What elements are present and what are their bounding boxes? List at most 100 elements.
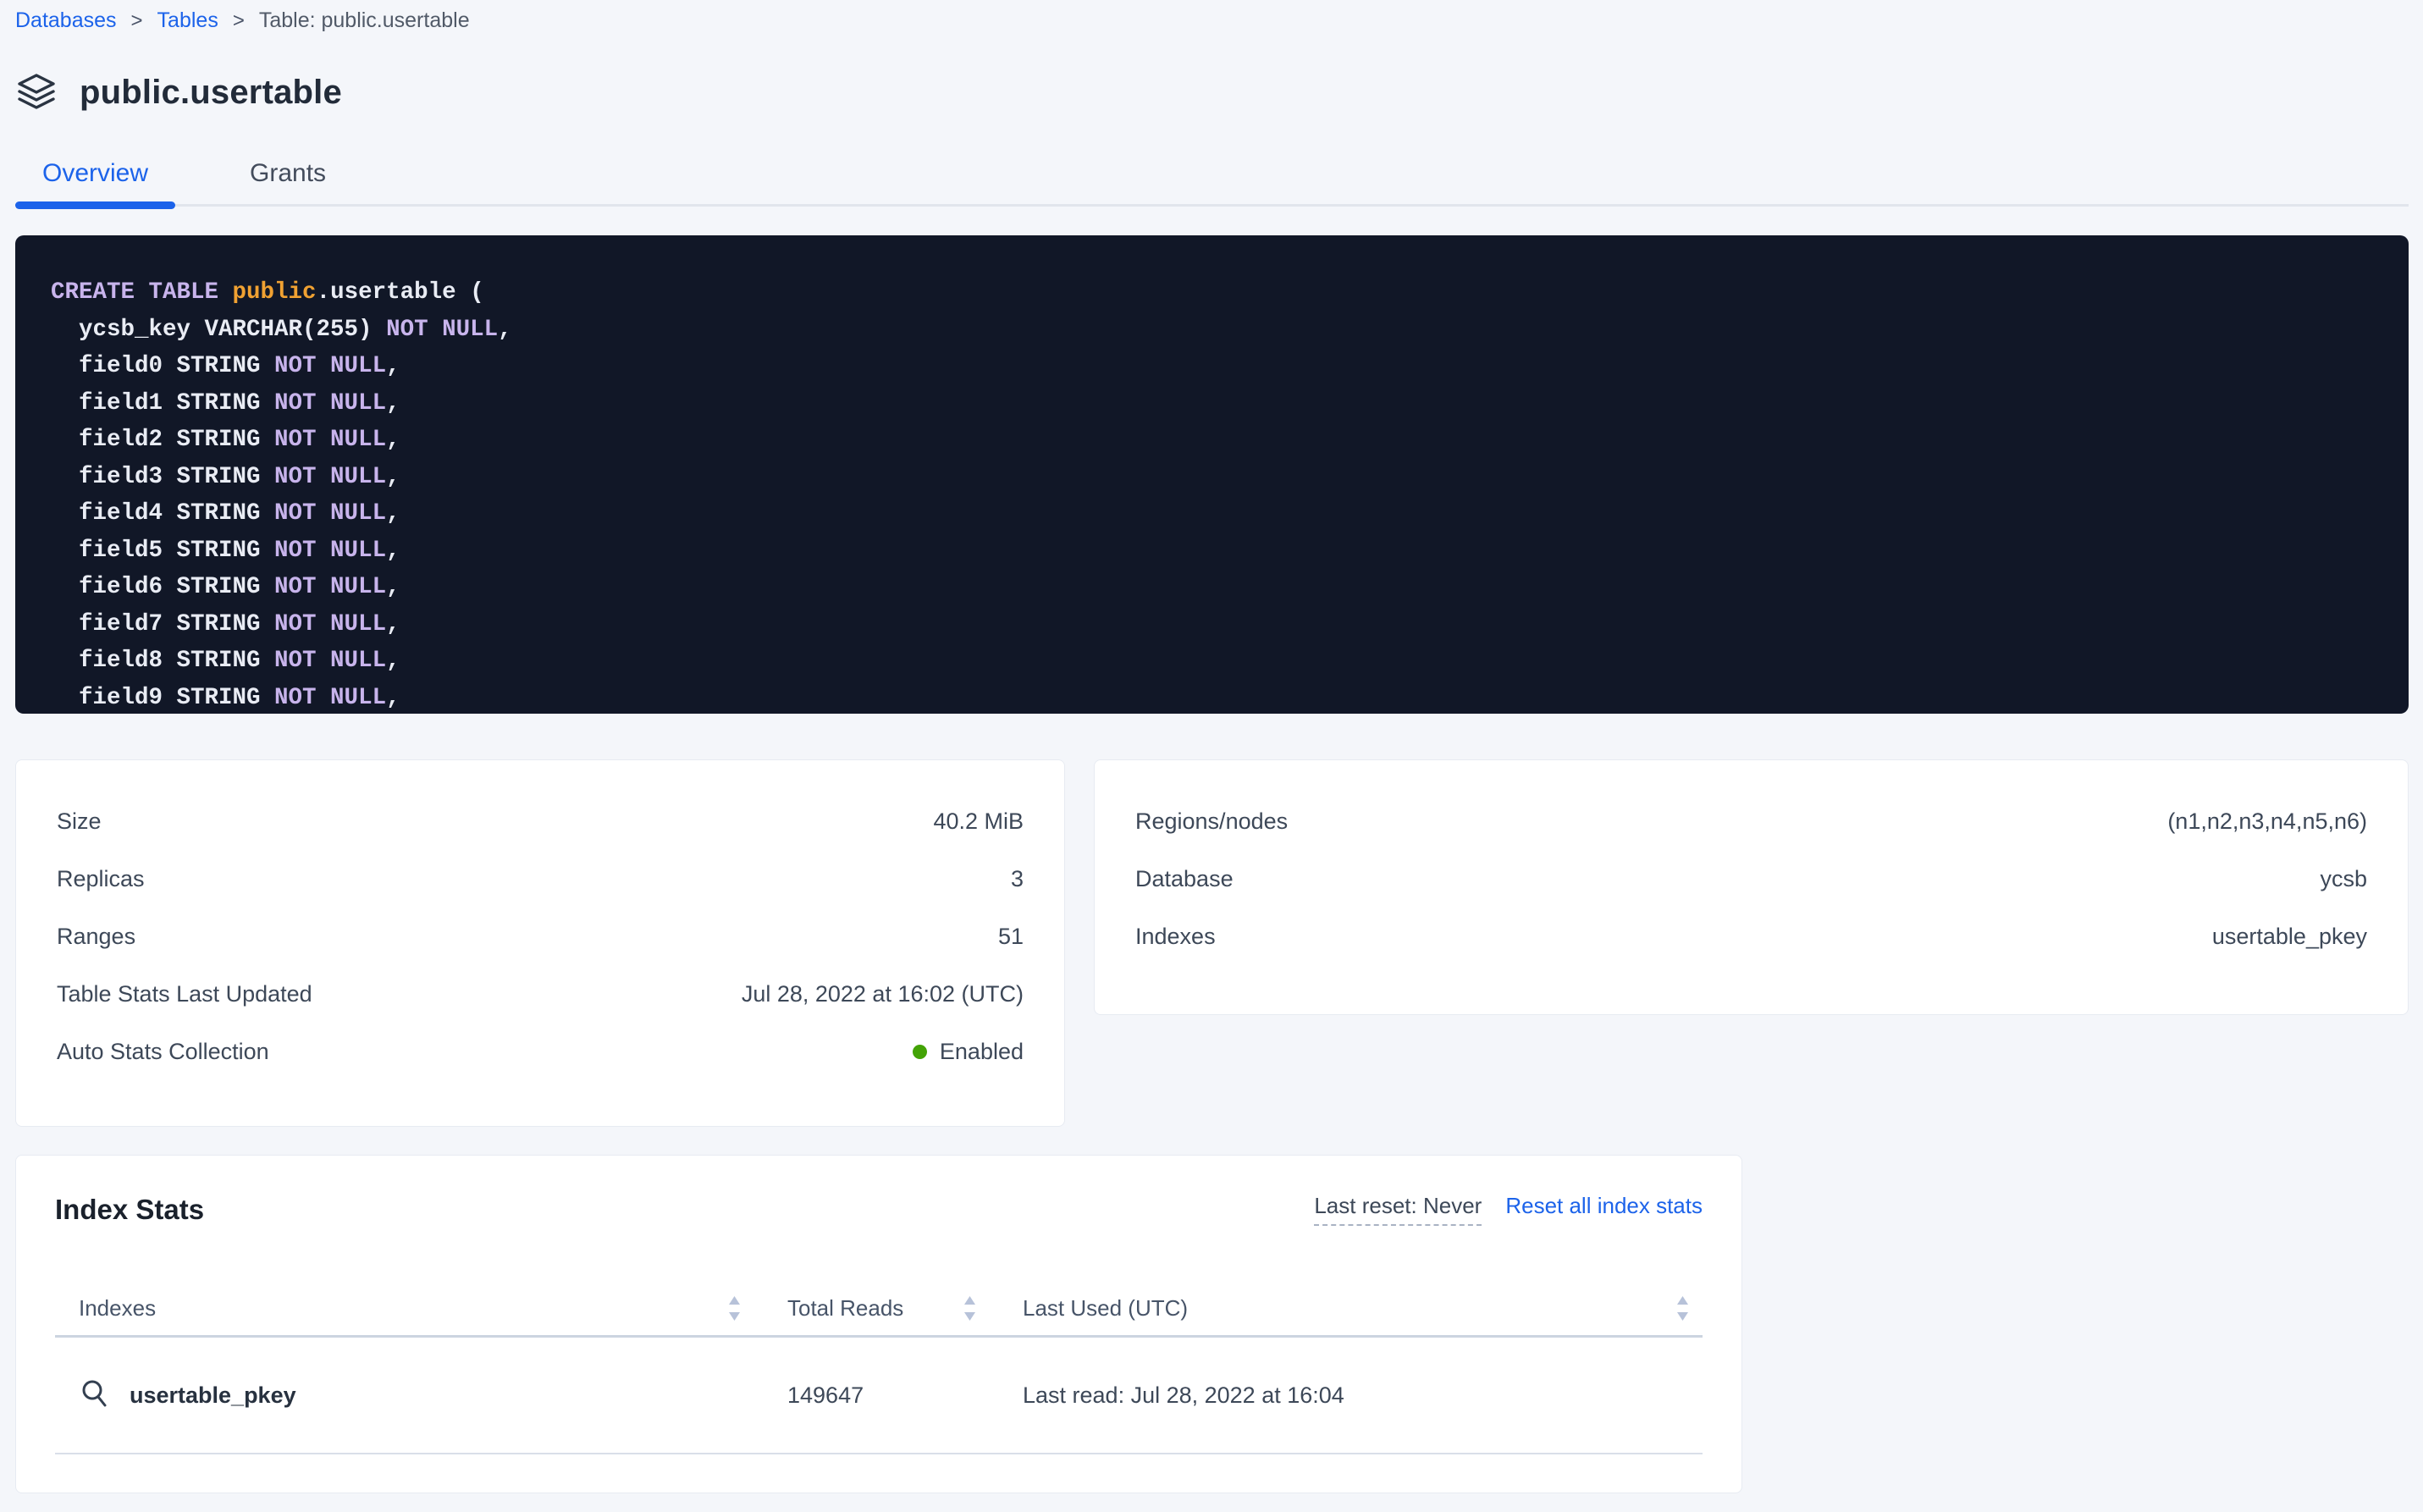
reset-index-stats-link[interactable]: Reset all index stats (1505, 1193, 1703, 1219)
sql-keyword: NOT NULL (274, 685, 386, 711)
sort-icon[interactable] (1675, 1295, 1691, 1322)
sql-text: , (386, 427, 400, 453)
stat-label: Size (57, 808, 102, 835)
sql-text: field6 STRING (51, 574, 274, 600)
column-label: Indexes (79, 1295, 156, 1322)
total-reads-cell: 149647 (766, 1382, 1000, 1409)
stat-row-replicas: Replicas 3 (57, 850, 1024, 908)
sql-text: field4 STRING (51, 500, 274, 527)
sql-text: field9 STRING (51, 685, 274, 711)
sql-identifier: public (233, 279, 317, 306)
sql-keyword: NOT NULL (274, 427, 386, 453)
column-label: Last Used (UTC) (1023, 1295, 1188, 1322)
sql-line: ycsb_key VARCHAR(255) NOT NULL, (51, 312, 2392, 349)
sql-text: .usertable ( (317, 279, 484, 306)
table-details-page: Databases > Tables > Table: public.usert… (0, 0, 2423, 1512)
index-stats-title: Index Stats (55, 1194, 204, 1226)
stat-row-database: Database ycsb (1135, 850, 2367, 908)
breadcrumb-link-tables[interactable]: Tables (157, 8, 218, 33)
last-reset-label: Last reset: Never (1314, 1193, 1482, 1226)
stat-row-auto-stats: Auto Stats Collection Enabled (57, 1023, 1024, 1080)
index-stats-table: Indexes Total Reads (55, 1282, 1703, 1454)
stat-label: Ranges (57, 924, 135, 950)
stat-row-regions-nodes: Regions/nodes (n1,n2,n3,n4,n5,n6) (1135, 792, 2367, 850)
sql-text: field1 STRING (51, 390, 274, 417)
sql-line: field9 STRING NOT NULL, (51, 680, 2392, 715)
status-text: Enabled (940, 1039, 1024, 1065)
stat-label: Table Stats Last Updated (57, 981, 312, 1007)
sql-line: field4 STRING NOT NULL, (51, 495, 2392, 533)
sql-keyword: NOT NULL (274, 353, 386, 379)
sql-keyword: NOT NULL (274, 500, 386, 527)
sql-keyword: NOT NULL (274, 390, 386, 417)
index-stats-table-header: Indexes Total Reads (55, 1282, 1703, 1338)
stat-value: Enabled (913, 1039, 1024, 1065)
sql-text: field0 STRING (51, 353, 274, 379)
table-stats-card: Size 40.2 MiB Replicas 3 Ranges 51 Table… (15, 759, 1065, 1127)
sql-keyword: NOT NULL (274, 538, 386, 564)
column-header-total-reads[interactable]: Total Reads (766, 1295, 1000, 1322)
stats-cards-row: Size 40.2 MiB Replicas 3 Ranges 51 Table… (15, 759, 2409, 1127)
stat-row-ranges: Ranges 51 (57, 908, 1024, 965)
sql-text: ycsb_key VARCHAR(255) (51, 317, 386, 343)
stat-label: Replicas (57, 866, 145, 892)
index-name: usertable_pkey (130, 1382, 296, 1409)
stat-value: (n1,n2,n3,n4,n5,n6) (2167, 808, 2367, 835)
stat-row-size: Size 40.2 MiB (57, 792, 1024, 850)
sql-line: field6 STRING NOT NULL, (51, 569, 2392, 606)
table-info-card: Regions/nodes (n1,n2,n3,n4,n5,n6) Databa… (1094, 759, 2409, 1015)
table-layers-icon (15, 72, 58, 113)
sql-keyword: NOT NULL (274, 464, 386, 490)
page-title: public.usertable (80, 74, 342, 112)
sql-text: , (386, 574, 400, 600)
breadcrumb: Databases > Tables > Table: public.usert… (15, 8, 2409, 33)
stat-value: 3 (1011, 866, 1024, 892)
breadcrumb-current: Table: public.usertable (259, 8, 470, 33)
create-table-sql-box: CREATE TABLE public.usertable ( ycsb_key… (15, 235, 2409, 714)
stat-label: Auto Stats Collection (57, 1039, 269, 1065)
sql-line: field7 STRING NOT NULL, (51, 606, 2392, 643)
tab-grants[interactable]: Grants (223, 157, 353, 204)
sql-text: field2 STRING (51, 427, 274, 453)
sql-line: field3 STRING NOT NULL, (51, 459, 2392, 496)
stat-value: ycsb (2320, 866, 2367, 892)
sql-text: , (498, 317, 512, 343)
magnifier-icon (79, 1378, 113, 1412)
sql-text: , (386, 611, 400, 637)
chevron-right-icon: > (131, 8, 143, 33)
column-header-indexes[interactable]: Indexes (55, 1295, 766, 1322)
sql-text: field8 STRING (51, 648, 274, 674)
sql-keyword: CREATE TABLE (51, 279, 233, 306)
last-used-cell: Last read: Jul 28, 2022 at 16:04 (1000, 1382, 1703, 1409)
sort-icon[interactable] (726, 1295, 742, 1322)
stat-label: Indexes (1135, 924, 1216, 950)
sql-line: field0 STRING NOT NULL, (51, 348, 2392, 385)
sql-line: field2 STRING NOT NULL, (51, 422, 2392, 459)
sql-text: field3 STRING (51, 464, 274, 490)
index-stats-header: Index Stats Last reset: Never Reset all … (55, 1193, 1703, 1226)
breadcrumb-link-databases[interactable]: Databases (15, 8, 117, 33)
sql-line: field8 STRING NOT NULL, (51, 643, 2392, 680)
sort-icon[interactable] (962, 1295, 978, 1322)
stat-label: Database (1135, 866, 1234, 892)
column-label: Total Reads (787, 1295, 903, 1322)
sql-text: , (386, 648, 400, 674)
stat-value: 51 (998, 924, 1024, 950)
sql-keyword: NOT NULL (274, 611, 386, 637)
status-enabled-dot-icon (913, 1045, 927, 1059)
sql-text: , (386, 390, 400, 417)
sql-keyword: NOT NULL (274, 574, 386, 600)
sql-line: field5 STRING NOT NULL, (51, 533, 2392, 570)
stat-value: usertable_pkey (2212, 924, 2367, 950)
stat-value: Jul 28, 2022 at 16:02 (UTC) (742, 981, 1024, 1007)
sql-keyword: NOT NULL (274, 648, 386, 674)
sql-line: CREATE TABLE public.usertable ( (51, 274, 2392, 312)
index-stats-card: Index Stats Last reset: Never Reset all … (15, 1155, 1742, 1493)
tab-overview[interactable]: Overview (15, 157, 175, 204)
sql-line: field1 STRING NOT NULL, (51, 385, 2392, 422)
sql-text: , (386, 685, 400, 711)
table-row: usertable_pkey 149647 Last read: Jul 28,… (55, 1338, 1703, 1454)
sql-text: , (386, 538, 400, 564)
column-header-last-used[interactable]: Last Used (UTC) (1000, 1295, 1703, 1322)
index-link[interactable]: usertable_pkey (79, 1378, 766, 1412)
